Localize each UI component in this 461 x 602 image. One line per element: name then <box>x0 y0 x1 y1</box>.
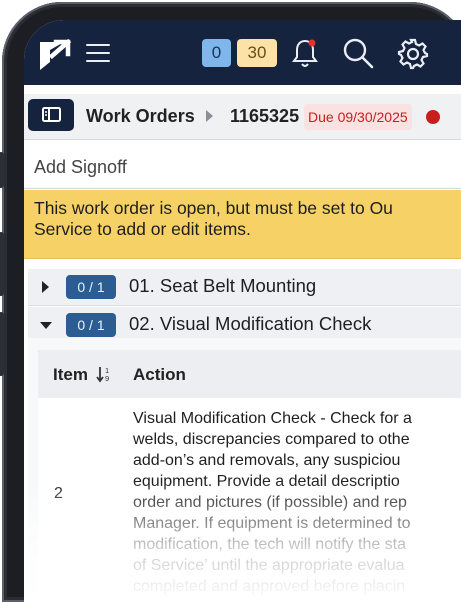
gear-icon[interactable] <box>396 37 430 76</box>
action-text-line: Visual Modification Check - Check for a <box>133 410 412 427</box>
section-row-seat-belt[interactable]: 0 / 1 01. Seat Belt Mounting <box>28 269 461 306</box>
phone-volume-up <box>0 232 4 296</box>
table-row[interactable]: 2 Visual Modification Check - Check for … <box>38 398 461 602</box>
search-icon[interactable] <box>342 37 374 74</box>
app-logo-icon[interactable] <box>34 36 72 79</box>
warning-banner: This work order is open, but must be set… <box>24 190 461 259</box>
breadcrumb: Work Orders 1165325 Due 09/30/2025 <box>24 94 461 140</box>
add-signoff-label: Add Signoff <box>34 157 127 177</box>
column-header-action: Action <box>133 365 186 384</box>
app-screen: 0 30 Work Orders 1165325 Due 09/30/2025 … <box>24 20 461 602</box>
warning-text-line-2: Service to add or edit items. <box>34 219 251 239</box>
menu-icon[interactable] <box>86 44 110 62</box>
sidebar-toggle-button[interactable] <box>28 99 74 131</box>
section-progress-badge: 0 / 1 <box>66 313 116 337</box>
open-count-badge[interactable]: 0 <box>202 39 231 67</box>
due-date-badge: Due 09/30/2025 <box>304 104 412 130</box>
action-text-line: modification, the tech will notify the s… <box>133 536 407 553</box>
action-text-line: of Service’ until the appropriate evalua <box>133 557 405 574</box>
phone-volume-down <box>0 312 4 376</box>
breadcrumb-separator-icon <box>204 109 214 128</box>
top-navbar: 0 30 <box>24 20 461 85</box>
column-header-item[interactable]: Item <box>53 365 88 385</box>
action-text-line: add-on’s and removals, any suspiciou <box>133 452 401 469</box>
warning-text-line-1: This work order is open, but must be set… <box>34 198 393 218</box>
work-order-id: 1165325 <box>230 106 300 126</box>
sort-icon[interactable]: 1 9 <box>96 365 116 388</box>
expand-caret-icon[interactable] <box>42 281 49 293</box>
breadcrumb-work-orders-link[interactable]: Work Orders <box>86 106 195 127</box>
svg-text:9: 9 <box>105 374 109 383</box>
item-number-cell: 2 <box>54 485 63 502</box>
section-title: 01. Seat Belt Mounting <box>129 275 317 296</box>
section-title: 02. Visual Modification Check <box>129 313 372 334</box>
action-description-cell: Visual Modification Check - Check for a w… <box>133 408 461 597</box>
section-progress-badge: 0 / 1 <box>66 275 116 299</box>
action-text-line: order and pictures (if possible) and rep <box>133 494 407 511</box>
pending-count-badge[interactable]: 30 <box>237 39 277 67</box>
action-text-line: welds, discrepancies compared to othe <box>133 431 410 448</box>
phone-side-button <box>0 152 4 188</box>
phone-frame: 0 30 Work Orders 1165325 Due 09/30/2025 … <box>0 2 461 602</box>
bell-icon[interactable] <box>290 37 320 74</box>
overdue-clock-icon <box>426 110 440 124</box>
collapse-caret-icon[interactable] <box>40 322 52 329</box>
action-text-line: Manager. If equipment is determined to <box>133 515 411 532</box>
add-signoff-bar[interactable]: Add Signoff <box>24 148 461 189</box>
action-text-line: equipment. Provide a detail descriptio <box>133 473 400 490</box>
action-text-line: completed and approved before placin <box>133 578 406 595</box>
items-table: Item 1 9 Action 2 Visual Modification Ch… <box>28 338 461 602</box>
table-header: Item 1 9 Action <box>38 350 461 399</box>
